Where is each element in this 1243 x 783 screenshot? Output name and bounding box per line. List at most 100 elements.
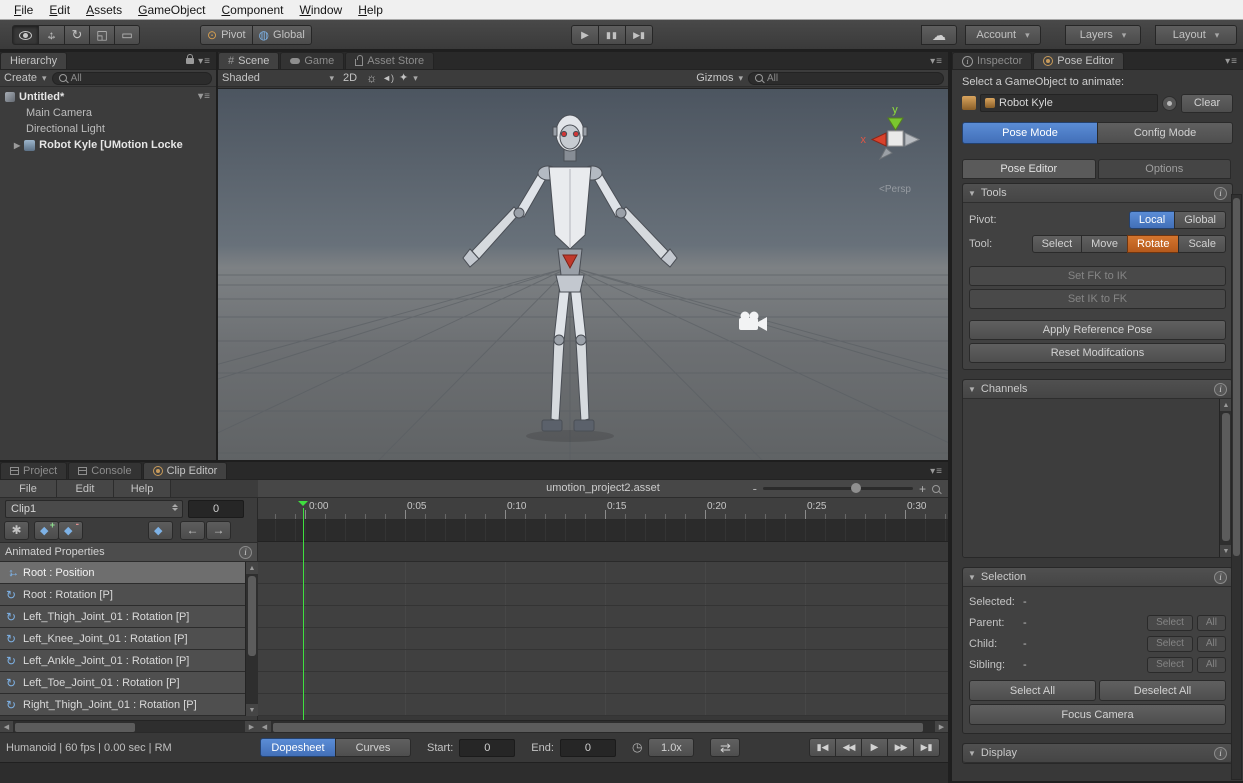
tab-inspector[interactable]: Inspector [952, 52, 1032, 69]
info-icon[interactable] [1214, 571, 1227, 584]
menu-assets[interactable]: Assets [78, 2, 130, 18]
move-tool-button[interactable] [38, 25, 65, 45]
timeline-ruler[interactable]: 0:00 0:05 0:10 0:15 0:20 0:25 0:30 [258, 498, 948, 520]
collapse-triangle-icon[interactable]: ▼ [968, 573, 976, 582]
info-icon[interactable] [239, 546, 252, 559]
settings-button[interactable] [4, 521, 29, 540]
scene-root-row[interactable]: Untitled* [0, 89, 216, 105]
subtab-options[interactable]: Options [1098, 159, 1232, 179]
menu-gameobject[interactable]: GameObject [130, 2, 213, 18]
scroll-up-icon[interactable]: ▲ [246, 562, 258, 574]
zoom-slider-thumb[interactable] [851, 483, 861, 493]
fast-forward-button[interactable] [887, 738, 914, 757]
hierarchy-panel-menu-icon[interactable] [198, 56, 211, 67]
sibling-select-button[interactable]: Select [1147, 657, 1193, 673]
playhead-marker[interactable] [298, 501, 308, 511]
fast-backward-button[interactable] [835, 738, 862, 757]
2d-toggle[interactable]: 2D [339, 72, 361, 84]
start-field[interactable] [459, 739, 515, 757]
gizmos-dropdown[interactable]: Gizmos [696, 72, 743, 84]
property-row-root-position[interactable]: Root : Position [0, 562, 245, 584]
timeline-hscrollbar[interactable]: ◀ ▶ [258, 720, 948, 732]
pose-mode-button[interactable]: Pose Mode [962, 122, 1098, 144]
delete-keyframe-button[interactable] [58, 521, 83, 540]
info-icon[interactable] [1214, 187, 1227, 200]
collapse-triangle-icon[interactable]: ▼ [968, 385, 976, 394]
key-selected-button[interactable] [148, 521, 173, 540]
rotate-tool-button[interactable] [64, 25, 90, 45]
effects-dropdown-icon[interactable] [399, 73, 418, 84]
selection-section-header[interactable]: ▼ Selection [963, 568, 1232, 587]
tool-scale-button[interactable]: Scale [1178, 235, 1226, 253]
lighting-toggle-icon[interactable] [366, 72, 377, 85]
focus-camera-button[interactable]: Focus Camera [969, 704, 1226, 725]
select-all-button[interactable]: Select All [969, 680, 1096, 701]
scene-panel-menu-icon[interactable] [930, 56, 943, 67]
property-row-left-thigh[interactable]: Left_Thigh_Joint_01 : Rotation [P] [0, 606, 245, 628]
view-tool-button[interactable] [12, 25, 39, 45]
pivot-toggle-button[interactable]: Pivot [200, 25, 253, 45]
tab-hierarchy[interactable]: Hierarchy [0, 52, 67, 69]
channels-list[interactable]: ▲ ▼ [963, 399, 1232, 557]
pause-button[interactable] [598, 25, 626, 45]
tools-section-header[interactable]: ▼ Tools [963, 184, 1232, 203]
property-row-left-toe[interactable]: Left_Toe_Joint_01 : Rotation [P] [0, 672, 245, 694]
channels-section-header[interactable]: ▼ Channels [963, 380, 1232, 399]
property-row-left-ankle[interactable]: Left_Ankle_Joint_01 : Rotation [P] [0, 650, 245, 672]
tool-move-button[interactable]: Move [1081, 235, 1128, 253]
pose-editor-scrollbar[interactable] [1231, 194, 1242, 780]
tab-scene[interactable]: Scene [218, 52, 279, 69]
animated-object-field[interactable]: Robot Kyle [980, 94, 1158, 112]
tab-pose-editor[interactable]: Pose Editor [1033, 52, 1124, 69]
zoom-in-button[interactable] [919, 482, 926, 496]
menu-window[interactable]: Window [292, 2, 351, 18]
frame-field[interactable] [188, 500, 244, 518]
step-button[interactable] [625, 25, 653, 45]
tool-select-button[interactable]: Select [1032, 235, 1083, 253]
reset-modifications-button[interactable]: Reset Modifcations [969, 343, 1226, 363]
tab-project[interactable]: Project [0, 462, 67, 479]
scroll-thumb[interactable] [1233, 198, 1240, 556]
scroll-left-icon[interactable]: ◀ [258, 721, 271, 732]
layers-dropdown[interactable]: Layers [1065, 25, 1141, 45]
collab-cloud-button[interactable] [921, 25, 957, 45]
menu-edit[interactable]: Edit [41, 2, 78, 18]
parent-all-button[interactable]: All [1197, 615, 1226, 631]
dopesheet-view-button[interactable]: Dopesheet [260, 738, 336, 757]
tab-game[interactable]: Game [280, 52, 344, 69]
pivot-global-button[interactable]: Global [1174, 211, 1226, 229]
scroll-thumb[interactable] [273, 723, 923, 732]
global-toggle-button[interactable]: Global [252, 25, 312, 45]
subtab-pose-editor[interactable]: Pose Editor [962, 159, 1096, 179]
collapse-triangle-icon[interactable]: ▼ [968, 749, 976, 758]
set-ik-to-fk-button[interactable]: Set IK to FK [969, 289, 1226, 309]
menu-file[interactable]: File [6, 2, 41, 18]
property-row-left-knee[interactable]: Left_Knee_Joint_01 : Rotation [P] [0, 628, 245, 650]
next-key-button[interactable] [206, 521, 231, 540]
playhead[interactable] [303, 508, 304, 720]
deselect-all-button[interactable]: Deselect All [1099, 680, 1226, 701]
layout-dropdown[interactable]: Layout [1155, 25, 1237, 45]
apply-reference-pose-button[interactable]: Apply Reference Pose [969, 320, 1226, 340]
menu-help[interactable]: Help [350, 2, 391, 18]
end-field[interactable] [560, 739, 616, 757]
skip-last-button[interactable] [913, 738, 940, 757]
object-picker-icon[interactable] [1162, 96, 1177, 111]
scene-viewport[interactable]: y x <Persp [218, 88, 948, 460]
account-dropdown[interactable]: Account [965, 25, 1041, 45]
clip-selector-dropdown[interactable]: Clip1 [5, 500, 183, 518]
hierarchy-item-robot-kyle[interactable]: Robot Kyle [UMotion Locke [0, 137, 216, 153]
config-mode-button[interactable]: Config Mode [1097, 122, 1233, 144]
child-all-button[interactable]: All [1197, 636, 1226, 652]
scroll-down-icon[interactable]: ▼ [246, 704, 258, 716]
add-keyframe-button[interactable] [34, 521, 59, 540]
hierarchy-item-main-camera[interactable]: Main Camera [0, 105, 216, 121]
sibling-all-button[interactable]: All [1197, 657, 1226, 673]
clip-editor-panel-menu-icon[interactable] [930, 466, 943, 477]
skip-first-button[interactable] [809, 738, 836, 757]
clear-button[interactable]: Clear [1181, 94, 1233, 113]
scroll-thumb[interactable] [248, 576, 256, 656]
properties-scrollbar[interactable]: ▲ ▼ [245, 562, 258, 716]
property-row-root-rotation[interactable]: Root : Rotation [P] [0, 584, 245, 606]
expander-icon[interactable] [14, 139, 20, 151]
